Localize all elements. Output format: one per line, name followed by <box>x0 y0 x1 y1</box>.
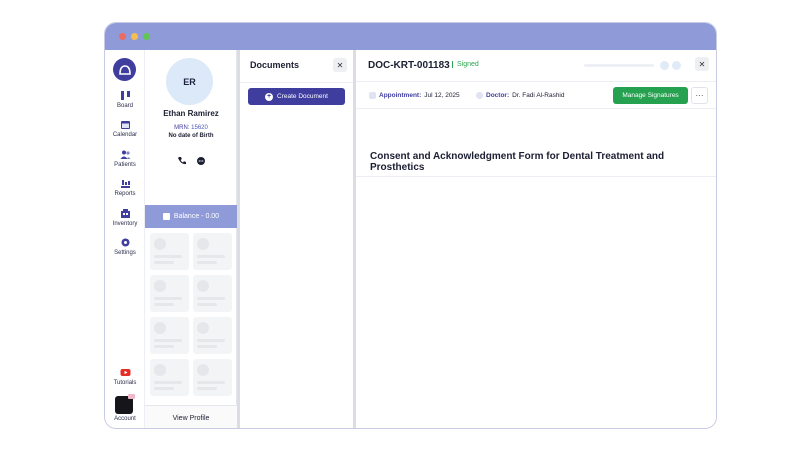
document-view: DOC-KRT-001183 Signed ✕ Appointment: Jul… <box>356 50 716 428</box>
minimize-window-button[interactable] <box>131 33 138 40</box>
documents-panel: Documents ✕ + Create Document <box>240 50 353 428</box>
skeleton-card <box>150 233 189 270</box>
divider <box>356 176 716 177</box>
patient-mrn: MRN: 15620 <box>145 125 237 131</box>
close-documents-button[interactable]: ✕ <box>333 58 347 72</box>
mrn-value: 15620 <box>191 125 208 131</box>
calendar-icon <box>120 121 130 129</box>
divider <box>240 82 353 83</box>
chat-icon[interactable] <box>196 156 206 166</box>
nav-label: Reports <box>114 191 136 197</box>
close-icon: ✕ <box>336 60 344 70</box>
document-id: DOC-KRT-001183 <box>368 60 450 71</box>
close-icon: ✕ <box>698 59 706 69</box>
reports-icon <box>120 180 130 188</box>
status-badge: Signed <box>452 61 479 68</box>
account-avatar[interactable] <box>115 394 135 414</box>
skeleton-card <box>193 233 232 270</box>
documents-title: Documents <box>250 60 300 70</box>
close-document-button[interactable]: ✕ <box>695 57 709 71</box>
gear-icon <box>121 238 129 247</box>
doctor-label: Doctor: <box>486 92 510 99</box>
nav-label: Tutorials <box>113 380 137 386</box>
doctor-value: Dr. Fadi Al-Rashid <box>512 92 565 99</box>
nav-label: Calendar <box>112 132 138 138</box>
skeleton-card <box>193 359 232 396</box>
balance-bar[interactable]: Balance - 0.00 <box>145 205 237 228</box>
balance-label: Balance - 0.00 <box>173 213 220 220</box>
nav-rail: Board Calendar Patients Reports Inventor… <box>105 50 147 428</box>
skeleton-card <box>193 317 232 354</box>
nav-item-calendar[interactable]: Calendar <box>105 119 145 145</box>
skeleton-dot <box>660 61 669 70</box>
calendar-icon <box>369 92 376 99</box>
nav-item-settings[interactable]: Settings <box>105 237 145 263</box>
account-label[interactable]: Account <box>105 416 145 422</box>
youtube-icon <box>120 369 130 376</box>
view-profile-button[interactable]: View Profile <box>145 405 237 428</box>
nav-item-inventory[interactable]: Inventory <box>105 208 145 234</box>
skeleton-card <box>193 275 232 312</box>
nav-label: Settings <box>114 250 136 256</box>
nav-item-board[interactable]: Board <box>105 90 145 116</box>
appointment-info[interactable]: Appointment: Jul 12, 2025 <box>369 92 460 99</box>
account-badge <box>128 394 135 399</box>
patient-name: Ethan Ramirez <box>163 109 219 118</box>
create-document-label: Create Document <box>277 93 328 100</box>
doctor-info[interactable]: Doctor: Dr. Fadi Al-Rashid <box>476 92 565 99</box>
wallet-icon <box>162 213 170 220</box>
logo-icon <box>118 64 131 75</box>
nav-label: Board <box>116 103 133 109</box>
patients-icon <box>120 150 130 159</box>
title-bar <box>105 23 716 50</box>
nav-label: Inventory <box>112 221 138 227</box>
appointment-value: Jul 12, 2025 <box>424 92 460 99</box>
form-title: Consent and Acknowledgment Form for Dent… <box>370 151 665 173</box>
more-options-button[interactable]: ··· <box>691 87 708 104</box>
nav-item-reports[interactable]: Reports <box>105 178 145 204</box>
board-icon <box>120 91 130 100</box>
skeleton-dot <box>672 61 681 70</box>
skeleton-card <box>150 317 189 354</box>
skeleton-card <box>150 359 189 396</box>
manage-signatures-button[interactable]: Manage Signatures <box>613 87 688 104</box>
app-window: Board Calendar Patients Reports Inventor… <box>104 22 717 429</box>
skeleton-card <box>150 275 189 312</box>
close-window-button[interactable] <box>119 33 126 40</box>
plus-icon: + <box>265 92 274 101</box>
mrn-label: MRN: <box>174 125 190 131</box>
patient-avatar: ER <box>166 58 213 105</box>
patient-dob: No date of Birth <box>168 133 214 139</box>
nav-item-patients[interactable]: Patients <box>105 146 147 175</box>
document-meta-row: Appointment: Jul 12, 2025 Doctor: Dr. Fa… <box>356 81 716 109</box>
create-document-button[interactable]: + Create Document <box>248 88 345 105</box>
more-icon: ··· <box>695 91 704 100</box>
nav-label: Patients <box>114 162 136 168</box>
skeleton-bar <box>584 64 654 67</box>
appointment-label: Appointment: <box>379 92 422 99</box>
user-icon <box>476 92 483 99</box>
phone-icon[interactable] <box>177 156 187 166</box>
app-logo[interactable] <box>113 58 136 81</box>
maximize-window-button[interactable] <box>143 33 150 40</box>
patient-panel: ER Ethan Ramirez MRN: 15620 No date of B… <box>145 50 237 428</box>
inventory-icon <box>120 209 130 218</box>
nav-item-tutorials[interactable]: Tutorials <box>105 367 145 393</box>
